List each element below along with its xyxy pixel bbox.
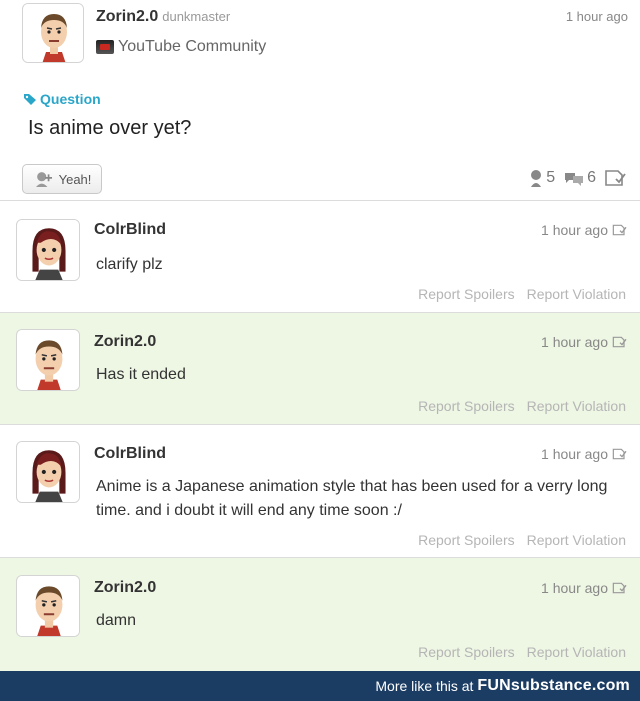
- comment-username[interactable]: Zorin2.0: [94, 579, 156, 597]
- avatar[interactable]: [22, 3, 84, 63]
- report-violation-link[interactable]: Report Violation: [527, 286, 626, 302]
- comment-body: damn: [96, 612, 137, 629]
- mii-avatar-icon: [17, 576, 80, 637]
- footer-brand[interactable]: FUNsubstance.com: [477, 677, 630, 695]
- mii-avatar-icon: [17, 442, 80, 503]
- yeah-count-value: 5: [546, 169, 556, 186]
- spoiler-flag-icon[interactable]: [612, 335, 628, 349]
- yeah-mii-icon: [33, 171, 55, 187]
- tag-label: Question: [40, 91, 101, 107]
- report-spoilers-link[interactable]: Report Spoilers: [418, 532, 515, 548]
- comment-item: Zorin2.0 1 hour ago Has it ended Report …: [0, 312, 640, 424]
- report-spoilers-link[interactable]: Report Spoilers: [418, 398, 515, 414]
- comment-timestamp: 1 hour ago: [541, 222, 628, 238]
- comment-body: Has it ended: [96, 366, 186, 383]
- youtube-icon: [96, 40, 114, 54]
- comment-actions: Report Spoilers Report Violation: [418, 644, 626, 660]
- comment-username[interactable]: ColrBlind: [94, 221, 166, 239]
- community-link[interactable]: YouTube Community: [96, 38, 266, 56]
- avatar[interactable]: [16, 441, 80, 503]
- avatar[interactable]: [16, 575, 80, 637]
- mii-avatar-icon: [17, 330, 80, 391]
- comment-username[interactable]: ColrBlind: [94, 445, 166, 463]
- yeah-count-icon: [531, 170, 542, 187]
- community-name[interactable]: YouTube Community: [118, 38, 266, 56]
- comment-time-text: 1 hour ago: [541, 334, 608, 350]
- comment-time-text: 1 hour ago: [541, 446, 608, 462]
- avatar[interactable]: [16, 329, 80, 391]
- report-violation-link[interactable]: Report Violation: [527, 398, 626, 414]
- post-author[interactable]: Zorin2.0 dunkmaster: [96, 8, 230, 26]
- report-spoilers-link[interactable]: Report Spoilers: [418, 286, 515, 302]
- report-violation-link[interactable]: Report Violation: [527, 644, 626, 660]
- report-violation-link[interactable]: Report Violation: [527, 532, 626, 548]
- comment-actions: Report Spoilers Report Violation: [418, 398, 626, 414]
- mii-avatar-icon: [23, 4, 84, 63]
- spoiler-flag-icon[interactable]: [604, 169, 628, 187]
- comment-timestamp: 1 hour ago: [541, 334, 628, 350]
- yeah-button[interactable]: Yeah!: [22, 164, 102, 194]
- comment-time-text: 1 hour ago: [541, 222, 608, 238]
- comment-timestamp: 1 hour ago: [541, 446, 628, 462]
- yeah-label: Yeah!: [58, 171, 92, 187]
- mii-avatar-icon: [17, 220, 80, 281]
- comment-item: ColrBlind 1 hour ago clarify plz Report …: [0, 200, 640, 312]
- avatar[interactable]: [16, 219, 80, 281]
- post-timestamp: 1 hour ago: [565, 9, 628, 24]
- comment-item: Zorin2.0 1 hour ago damn Report Spoilers…: [0, 557, 640, 671]
- report-spoilers-link[interactable]: Report Spoilers: [418, 644, 515, 660]
- spoiler-flag-icon[interactable]: [612, 447, 628, 461]
- comment-timestamp: 1 hour ago: [541, 580, 628, 596]
- comment-item: ColrBlind 1 hour ago Anime is a Japanese…: [0, 424, 640, 557]
- comment-count-value: 6: [587, 169, 596, 186]
- yeah-count: 5: [528, 169, 555, 187]
- comment-body: clarify plz: [96, 256, 163, 273]
- comment-actions: Report Spoilers Report Violation: [418, 286, 626, 302]
- tag-icon: [24, 94, 36, 105]
- spoiler-flag-icon[interactable]: [612, 223, 628, 237]
- post-stats: 5 6: [528, 169, 628, 187]
- footer-text: More like this at: [375, 678, 474, 694]
- comment-actions: Report Spoilers Report Violation: [418, 532, 626, 548]
- watermark-footer: More like this at FUNsubstance.com: [0, 671, 640, 701]
- question-tag: Question: [24, 91, 101, 107]
- comment-body: Anime is a Japanese animation style that…: [96, 478, 608, 519]
- comment-bubble-icon: [565, 173, 584, 186]
- post-handle: dunkmaster: [162, 9, 231, 24]
- comment-username[interactable]: Zorin2.0: [94, 333, 156, 351]
- comment-count: 6: [563, 169, 596, 187]
- original-post: Zorin2.0 dunkmaster 1 hour ago YouTube Co…: [0, 0, 640, 200]
- comment-time-text: 1 hour ago: [541, 580, 608, 596]
- post-username[interactable]: Zorin2.0: [96, 8, 158, 25]
- spoiler-flag-icon[interactable]: [612, 581, 628, 595]
- post-body: Is anime over yet?: [28, 117, 192, 139]
